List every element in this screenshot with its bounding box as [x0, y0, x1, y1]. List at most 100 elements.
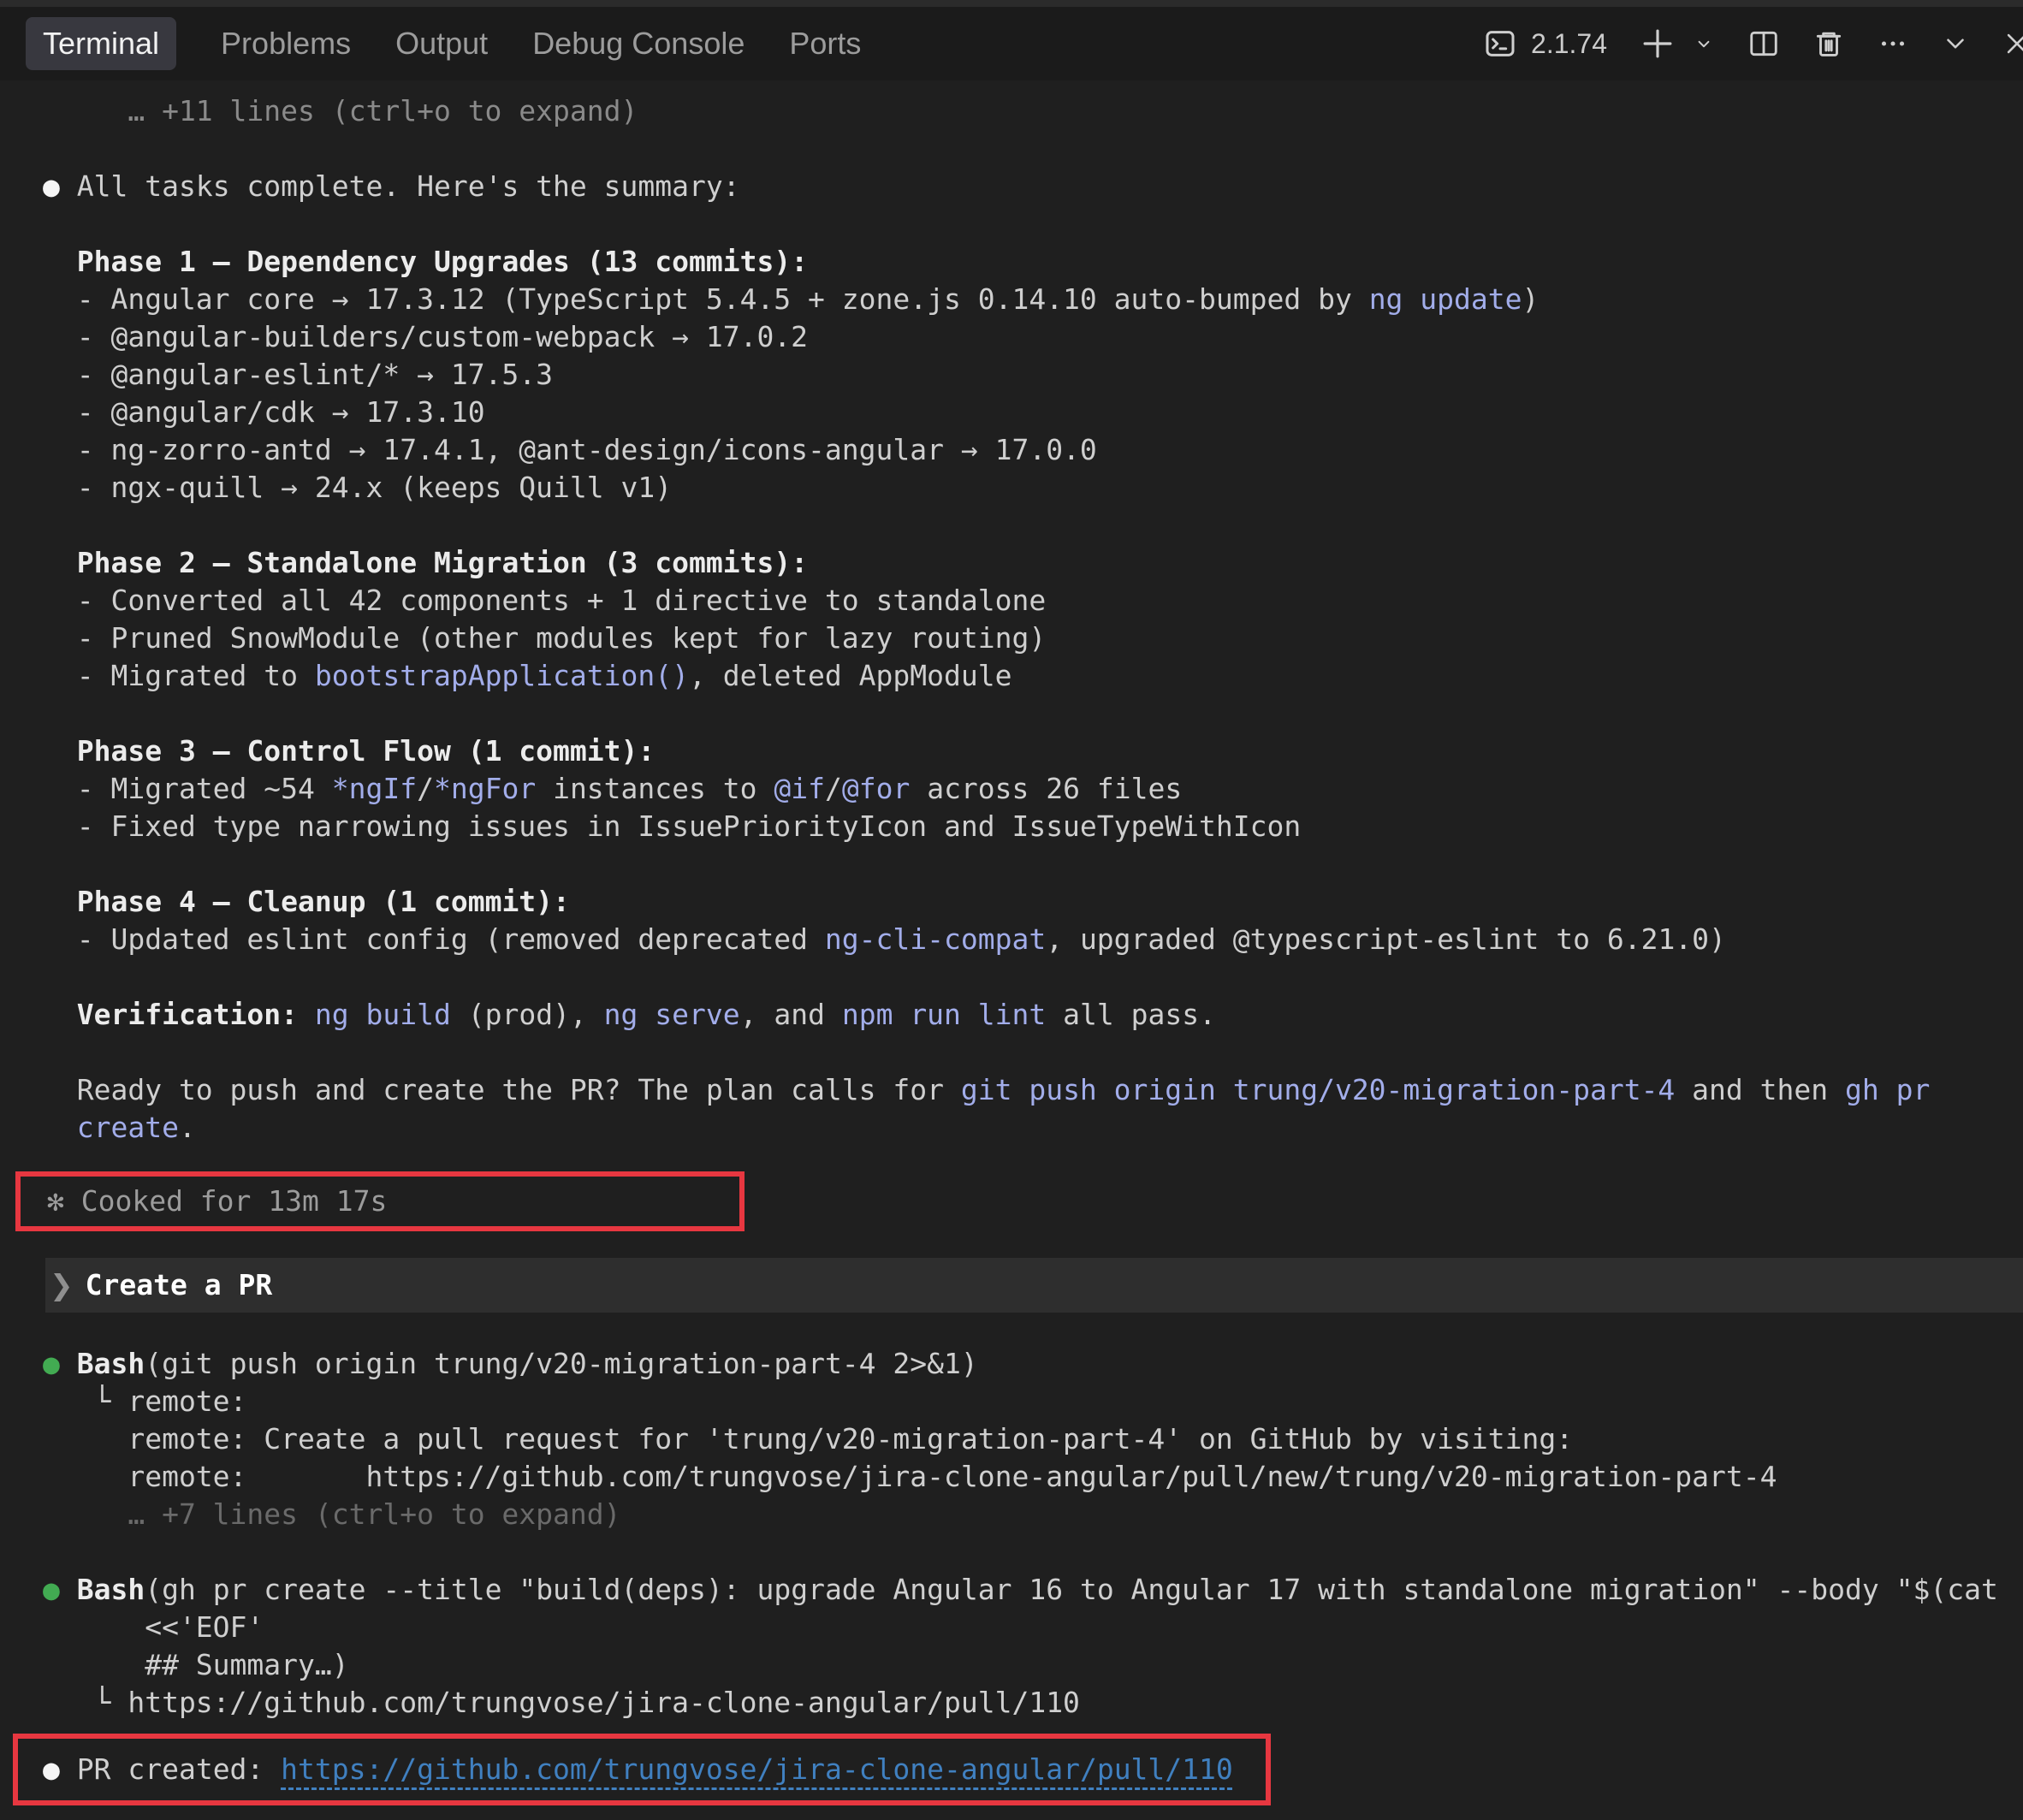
terminal-text: Verification:: [77, 998, 298, 1031]
close-panel-button[interactable]: [2002, 29, 2023, 58]
terminal-text: [43, 245, 77, 278]
terminal-text: [298, 998, 315, 1031]
terminal-line: Phase 4 — Cleanup (1 commit):: [43, 883, 2023, 921]
terminal-text: - Angular core → 17.3.12 (TypeScript 5.4…: [43, 282, 1369, 316]
terminal-text: ## Summary…): [43, 1648, 349, 1681]
terminal-text: ✻ Cooked for 13m 17s: [47, 1184, 387, 1218]
terminal-text: - ng-zorro-antd → 17.4.1, @ant-design/ic…: [43, 433, 1097, 466]
terminal-text: ng-cli-compat: [825, 922, 1046, 956]
terminal-text: - Migrated to: [43, 659, 315, 692]
terminal-text: - Fixed type narrowing issues in IssuePr…: [43, 809, 1301, 843]
terminal-line: - ngx-quill → 24.x (keeps Quill v1): [43, 469, 2023, 507]
prompt-chevron-icon: ❯: [50, 1266, 74, 1304]
terminal-text: - @angular-builders/custom-webpack → 17.…: [43, 320, 808, 353]
terminal-text: bootstrapApplication(): [315, 659, 689, 692]
terminal-line: - Converted all 42 components + 1 direct…: [43, 582, 2023, 620]
more-actions-button[interactable]: [1878, 28, 1908, 59]
terminal-line: [43, 958, 2023, 996]
terminal-line: - Updated eslint config (removed depreca…: [43, 921, 2023, 958]
terminal-text: (gh pr create --title "build(deps): upgr…: [145, 1573, 1998, 1606]
terminal-text: [43, 546, 77, 579]
queued-prompt-bar[interactable]: ❯Create a PR: [45, 1258, 2023, 1313]
terminal-line: - Migrated to bootstrapApplication(), de…: [43, 657, 2023, 695]
panel-resize-handle[interactable]: [0, 0, 2023, 7]
terminal-line: ● Bash(git push origin trung/v20-migrati…: [43, 1345, 2023, 1383]
terminal-line: Verification: ng build (prod), ng serve,…: [43, 996, 2023, 1034]
terminal-text: *ngIf: [332, 772, 417, 805]
terminal-shell-icon: [1483, 27, 1517, 61]
terminal-text: Phase 2 — Standalone Migration (3 commit…: [77, 546, 808, 579]
terminal-text: create: [77, 1111, 179, 1144]
terminal-line: Phase 3 — Control Flow (1 commit):: [43, 732, 2023, 770]
terminal-text: npm run lint: [842, 998, 1046, 1031]
terminal-line: … +11 lines (ctrl+o to expand): [43, 92, 2023, 130]
terminal-text: … +7 lines (ctrl+o to expand): [43, 1497, 621, 1531]
terminal-text: ): [1522, 282, 1539, 316]
terminal-text: gh pr: [1845, 1073, 1930, 1106]
terminal-text: ●: [43, 1752, 77, 1786]
terminal-text: /: [825, 772, 842, 805]
terminal-text: ng serve: [604, 998, 740, 1031]
terminal-text: across 26 files: [910, 772, 1182, 805]
terminal-text: - Pruned SnowModule (other modules kept …: [43, 621, 1046, 655]
terminal-line: ✻ Cooked for 13m 17s: [47, 1183, 739, 1220]
terminal-text: Phase 3 — Control Flow (1 commit):: [77, 734, 656, 768]
terminal-line: Ready to push and create the PR? The pla…: [43, 1071, 2023, 1109]
terminal-text: All tasks complete. Here's the summary:: [77, 169, 740, 203]
terminal-line: [43, 1034, 2023, 1071]
terminal-text: /: [417, 772, 434, 805]
terminal-line: - Fixed type narrowing issues in IssuePr…: [43, 808, 2023, 845]
terminal-text: remote: Create a pull request for 'trung…: [43, 1422, 1573, 1455]
terminal-line: <<'EOF': [43, 1609, 2023, 1646]
terminal-line: ## Summary…): [43, 1646, 2023, 1684]
terminal-line: ● PR created: https://github.com/trungvo…: [43, 1751, 1266, 1788]
terminal-text: <<'EOF': [43, 1610, 264, 1644]
terminal-text: Ready to push and create the PR? The pla…: [43, 1073, 961, 1106]
terminal-text: … +11 lines (ctrl+o to expand): [43, 94, 638, 127]
terminal-line: - @angular-eslint/* → 17.5.3: [43, 356, 2023, 394]
new-terminal-button[interactable]: [1640, 26, 1676, 62]
terminal-text: ●: [43, 1573, 77, 1606]
terminal-line: [43, 205, 2023, 243]
split-terminal-button[interactable]: [1747, 27, 1780, 60]
panel-header: Terminal Problems Output Debug Console P…: [0, 7, 2023, 80]
terminal-version: 2.1.74: [1531, 28, 1607, 60]
terminal-output: … +11 lines (ctrl+o to expand) ● All task…: [0, 80, 2023, 1805]
terminal-line: - Angular core → 17.3.12 (TypeScript 5.4…: [43, 281, 2023, 318]
terminal-text: - Migrated ~54: [43, 772, 332, 805]
terminal-line: └ remote:: [43, 1383, 2023, 1420]
terminal-line: [43, 1533, 2023, 1571]
terminal-text: [43, 1111, 77, 1144]
terminal-line: [43, 695, 2023, 732]
terminal-line: - Migrated ~54 *ngIf/*ngFor instances to…: [43, 770, 2023, 808]
terminal-profile-chevron-icon[interactable]: [1693, 33, 1715, 55]
terminal-line: - Pruned SnowModule (other modules kept …: [43, 620, 2023, 657]
highlight-box-pr-created: ● PR created: https://github.com/trungvo…: [13, 1734, 1271, 1805]
pr-url-link[interactable]: https://github.com/trungvose/jira-clone-…: [281, 1752, 1233, 1786]
tab-debug-console[interactable]: Debug Console: [532, 26, 745, 62]
tab-problems[interactable]: Problems: [221, 26, 351, 62]
terminal-actions: 2.1.74: [1483, 7, 2023, 80]
terminal-line: [43, 130, 2023, 168]
tab-ports[interactable]: Ports: [789, 26, 861, 62]
terminal-line: create.: [43, 1109, 2023, 1147]
tab-output[interactable]: Output: [395, 26, 488, 62]
terminal-text: git push origin trung/v20-migration-part…: [961, 1073, 1675, 1106]
terminal-text: all pass.: [1046, 998, 1216, 1031]
hide-panel-chevron-icon[interactable]: [1941, 29, 1970, 58]
terminal-text: [43, 998, 77, 1031]
terminal-text: Phase 1 — Dependency Upgrades (13 commit…: [77, 245, 808, 278]
terminal-text: ng build: [315, 998, 451, 1031]
terminal-text: (prod),: [451, 998, 604, 1031]
terminal-line: - ng-zorro-antd → 17.4.1, @ant-design/ic…: [43, 431, 2023, 469]
terminal-line: - @angular-builders/custom-webpack → 17.…: [43, 318, 2023, 356]
tab-terminal[interactable]: Terminal: [26, 17, 176, 70]
kill-terminal-button[interactable]: [1812, 27, 1845, 60]
terminal-text: instances to: [536, 772, 774, 805]
terminal-text: remote: https://github.com/trungvose/jir…: [43, 1460, 1777, 1493]
terminal-text: ng update: [1369, 282, 1522, 316]
terminal-line: ● All tasks complete. Here's the summary…: [43, 168, 2023, 205]
terminal-line: └ https://github.com/trungvose/jira-clon…: [43, 1684, 2023, 1722]
terminal-text: @if: [774, 772, 825, 805]
terminal-text: (git push origin trung/v20-migration-par…: [145, 1347, 978, 1380]
